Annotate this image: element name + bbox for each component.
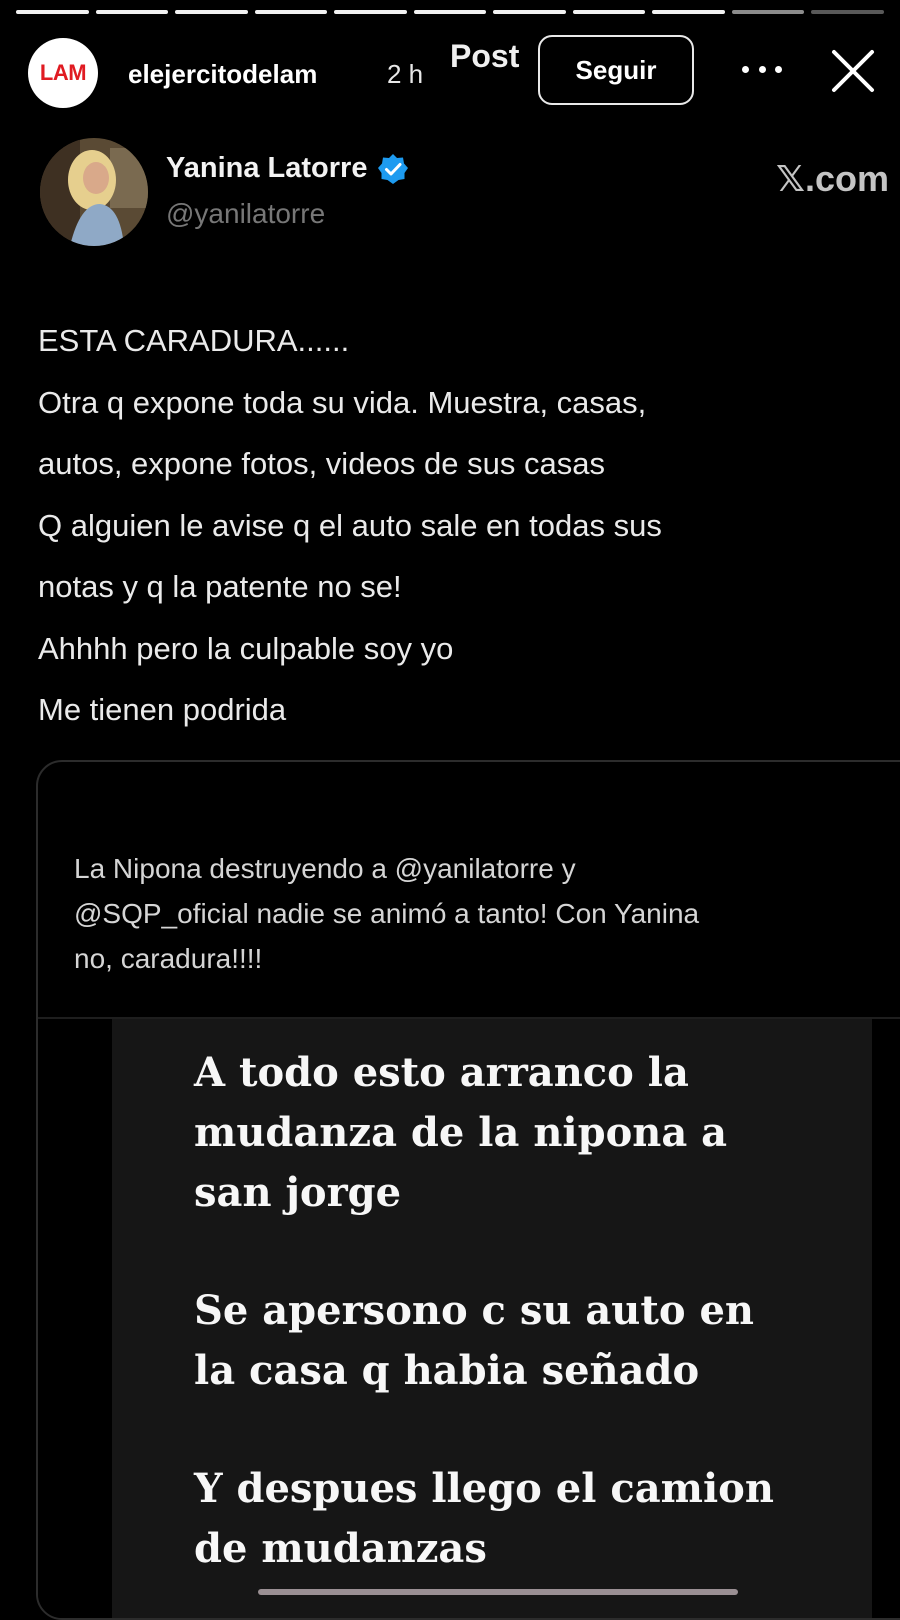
media-text-line: Y despues llego el camion — [194, 1465, 774, 1512]
tweet-author-handle[interactable]: @yanilatorre — [166, 198, 325, 230]
progress-segment — [95, 10, 169, 14]
media-text-line: san jorge — [194, 1169, 402, 1216]
progress-segment — [493, 10, 566, 14]
close-icon[interactable] — [828, 46, 878, 96]
account-avatar[interactable]: LAM — [28, 38, 98, 108]
account-username[interactable]: elejercitodelam — [128, 59, 317, 90]
progress-segment — [16, 10, 89, 14]
progress-segment — [572, 10, 646, 14]
tweet-body-line: Ahhhh pero la culpable soy yo — [38, 630, 454, 666]
media-text-line: Se apersono c su auto en — [194, 1287, 754, 1334]
progress-segment — [254, 10, 328, 14]
media-text-line: la casa q habia señado — [194, 1347, 700, 1394]
x-brand-label: 𝕏.com — [776, 158, 890, 199]
media-paragraph: Se apersono c su auto en la casa q habia … — [194, 1281, 854, 1401]
progress-segment — [811, 10, 885, 14]
home-indicator-bar — [258, 1589, 738, 1595]
media-text-line: mudanza de la nipona a — [194, 1109, 728, 1156]
story-header: LAM elejercitodelam 2 h Post Seguir — [0, 34, 900, 110]
progress-segment — [175, 10, 248, 14]
progress-segment — [334, 10, 407, 14]
story-progress-bar — [16, 10, 885, 14]
follow-button[interactable]: Seguir — [538, 35, 694, 105]
media-paragraph: A todo esto arranco la mudanza de la nipo… — [194, 1043, 854, 1223]
quoted-text-line: La Nipona destruyendo a @yanilatorre y — [74, 853, 576, 884]
tweet-author-name[interactable]: Yanina Latorre — [166, 152, 409, 185]
more-options-icon[interactable] — [742, 54, 782, 84]
author-name-text: Yanina Latorre — [166, 152, 368, 184]
verified-badge-icon — [378, 153, 409, 184]
media-text-line: de mudanzas — [194, 1525, 487, 1572]
progress-segment — [731, 10, 805, 14]
tweet-body-line: autos, expone fotos, videos de sus casas — [38, 446, 605, 481]
lam-logo: LAM — [39, 60, 87, 85]
quoted-tweet-text: La Nipona destruyendo a @yanilatorre y @S… — [74, 846, 894, 981]
quoted-media-text: A todo esto arranco la mudanza de la nipo… — [194, 1043, 854, 1618]
quoted-media[interactable]: A todo esto arranco la mudanza de la nipo… — [38, 1019, 900, 1618]
post-tag-label: Post — [450, 38, 520, 74]
tweet-body-line: Q alguien le avise q el auto sale en tod… — [38, 507, 662, 543]
media-text-line: A todo esto arranco la — [194, 1049, 689, 1096]
tweet-body-line: Me tienen podrida — [38, 692, 287, 727]
post-time: 2 h — [387, 59, 424, 89]
tweet-body-line: notas y q la patente no se! — [38, 569, 402, 604]
tweet-body: ESTA CARADURA...... Otra q expone toda su… — [38, 310, 868, 741]
tweet-body-line: Otra q expone toda su vida. Muestra, cas… — [38, 384, 647, 420]
progress-segment — [413, 10, 487, 14]
quoted-media-panel: A todo esto arranco la mudanza de la nipo… — [112, 1019, 872, 1618]
tweet-author-avatar[interactable] — [40, 138, 148, 246]
tweet-body-line: ESTA CARADURA...... — [38, 323, 350, 358]
quoted-text-line: no, caradura!!!! — [74, 943, 263, 974]
media-paragraph: Y despues llego el camion de mudanzas — [194, 1459, 854, 1579]
quoted-tweet-card[interactable]: La Nipona destruyendo a @yanilatorre y @S… — [36, 760, 900, 1620]
progress-segment — [652, 10, 725, 14]
quoted-text-line: @SQP_oficial nadie se animó a tanto! Con… — [74, 898, 700, 929]
